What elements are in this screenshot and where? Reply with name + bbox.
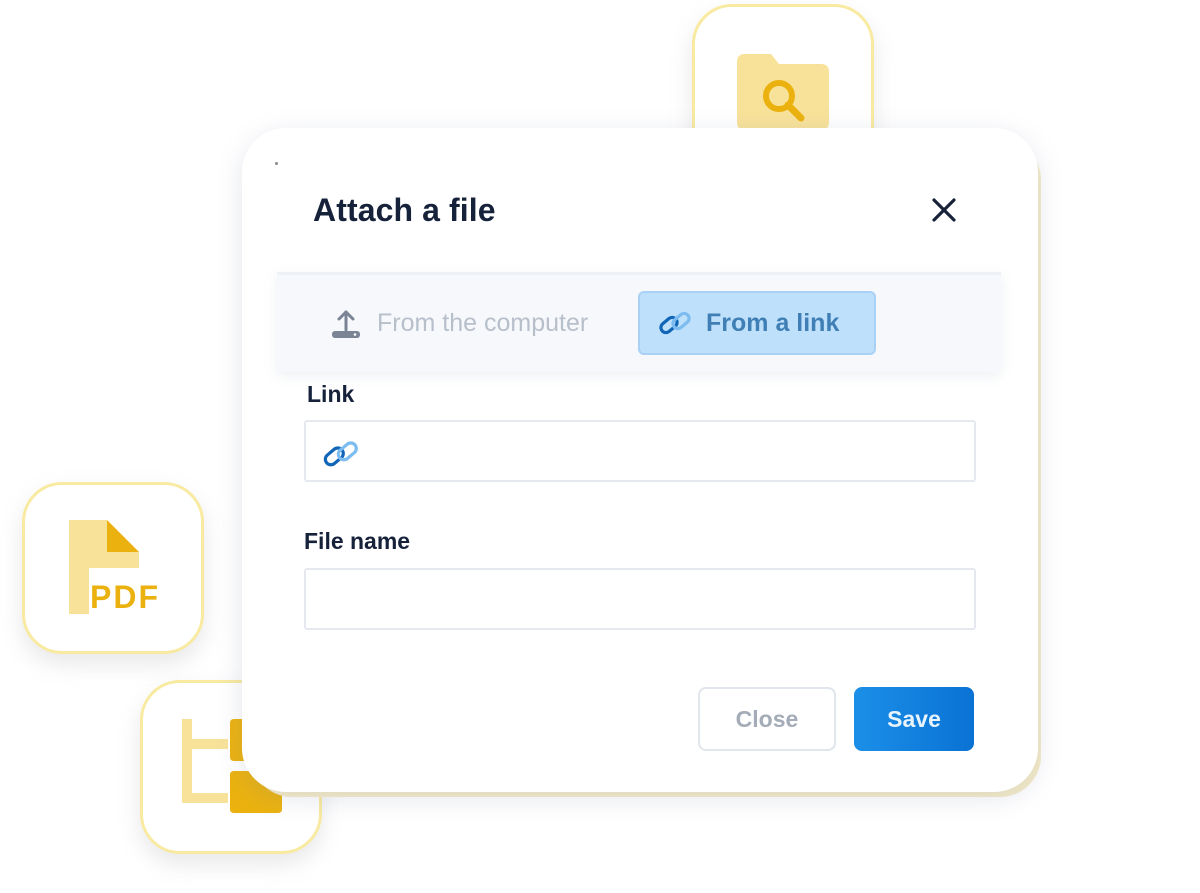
folder-search-icon [737,54,829,130]
tab-from-computer[interactable]: From the computer [327,291,627,355]
pdf-label: PDF [90,579,160,615]
close-dialog-button[interactable] [924,190,964,230]
source-tabs: From the computer From a link [277,272,1001,372]
tab-from-link[interactable]: From a link [638,291,876,355]
decorative-dot [275,162,278,165]
tab-from-link-label: From a link [706,308,840,337]
upload-icon [329,306,363,340]
attach-file-dialog: Attach a file From the computer From a l… [242,128,1038,792]
link-field[interactable] [304,420,976,482]
link-input[interactable] [372,422,966,482]
close-button[interactable]: Close [698,687,836,751]
link-icon [658,306,692,340]
save-button[interactable]: Save [854,687,974,751]
pdf-file-icon: PDF [69,520,161,616]
close-icon [932,198,956,222]
file-name-field[interactable] [304,568,976,630]
file-name-field-label: File name [304,528,411,554]
link-field-label: Link [307,381,355,407]
pdf-badge: PDF [22,482,204,654]
file-name-input[interactable] [322,570,966,630]
link-icon [322,436,360,470]
tab-from-computer-label: From the computer [377,308,589,337]
dialog-title: Attach a file [313,192,496,228]
